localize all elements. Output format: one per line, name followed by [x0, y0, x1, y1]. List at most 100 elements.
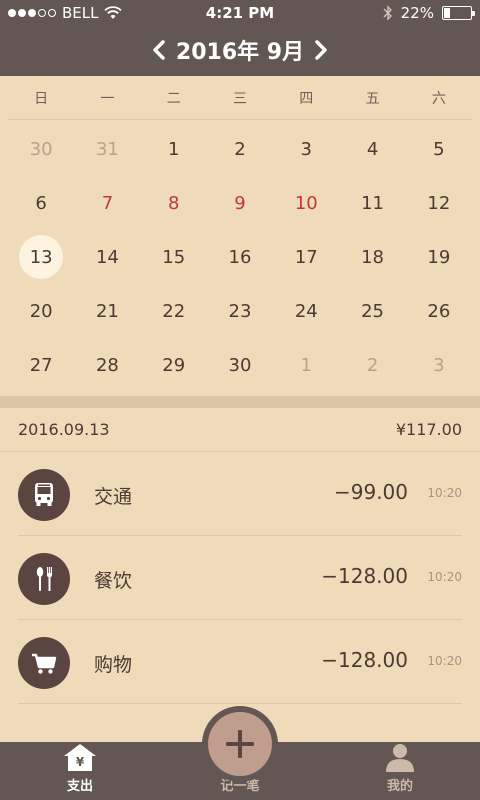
calendar-day[interactable]: 6 [8, 176, 74, 230]
calendar-day-number: 31 [95, 138, 119, 160]
expense-row-shopping[interactable]: 购物 −128.00 10:20 [18, 620, 462, 704]
calendar-day-number: 1 [300, 354, 312, 376]
calendar-day-number: 18 [361, 246, 385, 268]
chevron-left-icon[interactable] [152, 40, 166, 60]
daily-total: ¥117.00 [395, 420, 462, 439]
tab-me-label: 我的 [386, 779, 413, 794]
calendar-day[interactable]: 25 [339, 284, 405, 338]
calendar-day[interactable]: 1 [141, 122, 207, 176]
expense-time: 10:20 [427, 486, 462, 500]
add-record-button[interactable] [202, 706, 278, 782]
shopping-cart-icon [18, 637, 70, 689]
calendar-day[interactable]: 19 [406, 230, 472, 284]
calendar-day-number: 3 [300, 138, 312, 160]
calendar-day[interactable]: 9 [207, 176, 273, 230]
tab-spend[interactable]: ¥ 支出 [30, 742, 130, 800]
utensils-icon [18, 553, 70, 605]
calendar-day-number: 2 [234, 138, 246, 160]
section-divider [0, 396, 480, 408]
calendar-day[interactable]: 5 [406, 122, 472, 176]
weekday-sun: 日 [34, 90, 49, 107]
calendar-day-number: 26 [427, 300, 451, 322]
weekday-header: 日 一 二 三 四 五 六 [8, 76, 472, 120]
calendar-day-number: 17 [294, 246, 318, 268]
calendar-day-number: 1 [167, 138, 180, 160]
expense-amount: −128.00 [321, 564, 408, 588]
calendar-day-number: 15 [162, 246, 186, 268]
expense-row-transport[interactable]: 交通 −99.00 10:20 [18, 452, 462, 536]
calendar-day-number: 7 [101, 192, 114, 214]
calendar-day-number: 2 [366, 354, 379, 376]
calendar-day[interactable]: 26 [406, 284, 472, 338]
calendar-day[interactable]: 29 [141, 338, 207, 392]
expense-amount: −128.00 [321, 648, 408, 672]
calendar-day[interactable]: 30 [207, 338, 273, 392]
chevron-right-icon[interactable] [314, 40, 328, 60]
month-nav: 2016年 9月 [0, 30, 480, 70]
calendar-day[interactable]: 3 [406, 338, 472, 392]
tab-me[interactable]: 我的 [350, 742, 450, 800]
calendar-day[interactable]: 20 [8, 284, 74, 338]
calendar-day[interactable]: 14 [74, 230, 140, 284]
selected-date: 2016.09.13 [18, 420, 110, 439]
yen-glyph: ¥ [76, 755, 85, 769]
calendar-day-number: 11 [361, 192, 385, 214]
plus-icon [226, 730, 254, 758]
bus-icon [18, 469, 70, 521]
calendar-day-number: 24 [294, 300, 318, 322]
weekday-mon: 一 [100, 90, 115, 107]
calendar-day[interactable]: 3 [273, 122, 339, 176]
tab-spend-label: 支出 [66, 779, 93, 794]
calendar-day-number: 20 [29, 300, 53, 322]
expense-category: 交通 [94, 486, 133, 508]
expense-time: 10:20 [427, 570, 462, 584]
calendar-day[interactable]: 1 [273, 338, 339, 392]
calendar-day[interactable]: 27 [8, 338, 74, 392]
calendar-day[interactable]: 21 [74, 284, 140, 338]
user-icon [386, 744, 414, 772]
status-bar: BELL 4:21 PM 22% [0, 0, 480, 26]
calendar-day[interactable]: 7 [74, 176, 140, 230]
header: BELL 4:21 PM 22% 2016年 9月 [0, 0, 480, 76]
calendar-day[interactable]: 23 [207, 284, 273, 338]
calendar-day[interactable]: 8 [141, 176, 207, 230]
calendar-day-number: 25 [361, 300, 385, 322]
calendar-day[interactable]: 11 [339, 176, 405, 230]
battery-icon [442, 6, 475, 20]
calendar-day-number: 8 [167, 192, 180, 214]
calendar-day-number: 27 [29, 354, 53, 376]
calendar-day[interactable]: 16 [207, 230, 273, 284]
bluetooth-icon [383, 5, 392, 21]
calendar-day-number: 10 [294, 192, 318, 214]
calendar-day[interactable]: 2 [339, 338, 405, 392]
expense-category: 购物 [94, 654, 133, 676]
calendar-day[interactable]: 22 [141, 284, 207, 338]
expense-time: 10:20 [427, 654, 462, 668]
calendar-day[interactable]: 17 [273, 230, 339, 284]
battery-percent: 22% [400, 4, 434, 22]
calendar-day[interactable]: 28 [74, 338, 140, 392]
expense-row-dining[interactable]: 餐饮 −128.00 10:20 [18, 536, 462, 620]
expense-list: 交通 −99.00 10:20 餐饮 −128.00 10:20 购物 −128… [0, 452, 480, 704]
calendar-day[interactable]: 24 [273, 284, 339, 338]
calendar-day-selected[interactable]: 13 [8, 230, 74, 284]
calendar-day-number: 16 [228, 246, 252, 268]
calendar-day-number: 30 [228, 354, 252, 376]
calendar-day-number: 5 [433, 138, 445, 160]
calendar-day[interactable]: 10 [273, 176, 339, 230]
calendar-day[interactable]: 30 [8, 122, 74, 176]
calendar-day-number: 22 [162, 300, 186, 322]
add-record-button-inner[interactable] [208, 712, 272, 776]
calendar-day[interactable]: 12 [406, 176, 472, 230]
calendar-day-number: 4 [366, 138, 379, 160]
calendar-day-number: 13 [19, 235, 64, 279]
calendar-day[interactable]: 4 [339, 122, 405, 176]
calendar-day-number: 14 [95, 246, 119, 268]
calendar-day[interactable]: 18 [339, 230, 405, 284]
weekday-thu: 四 [299, 90, 314, 107]
calendar-day[interactable]: 15 [141, 230, 207, 284]
month-title: 2016年 9月 [175, 40, 305, 65]
calendar-day[interactable]: 2 [207, 122, 273, 176]
calendar-day[interactable]: 31 [74, 122, 140, 176]
calendar-day-number: 28 [95, 354, 119, 376]
